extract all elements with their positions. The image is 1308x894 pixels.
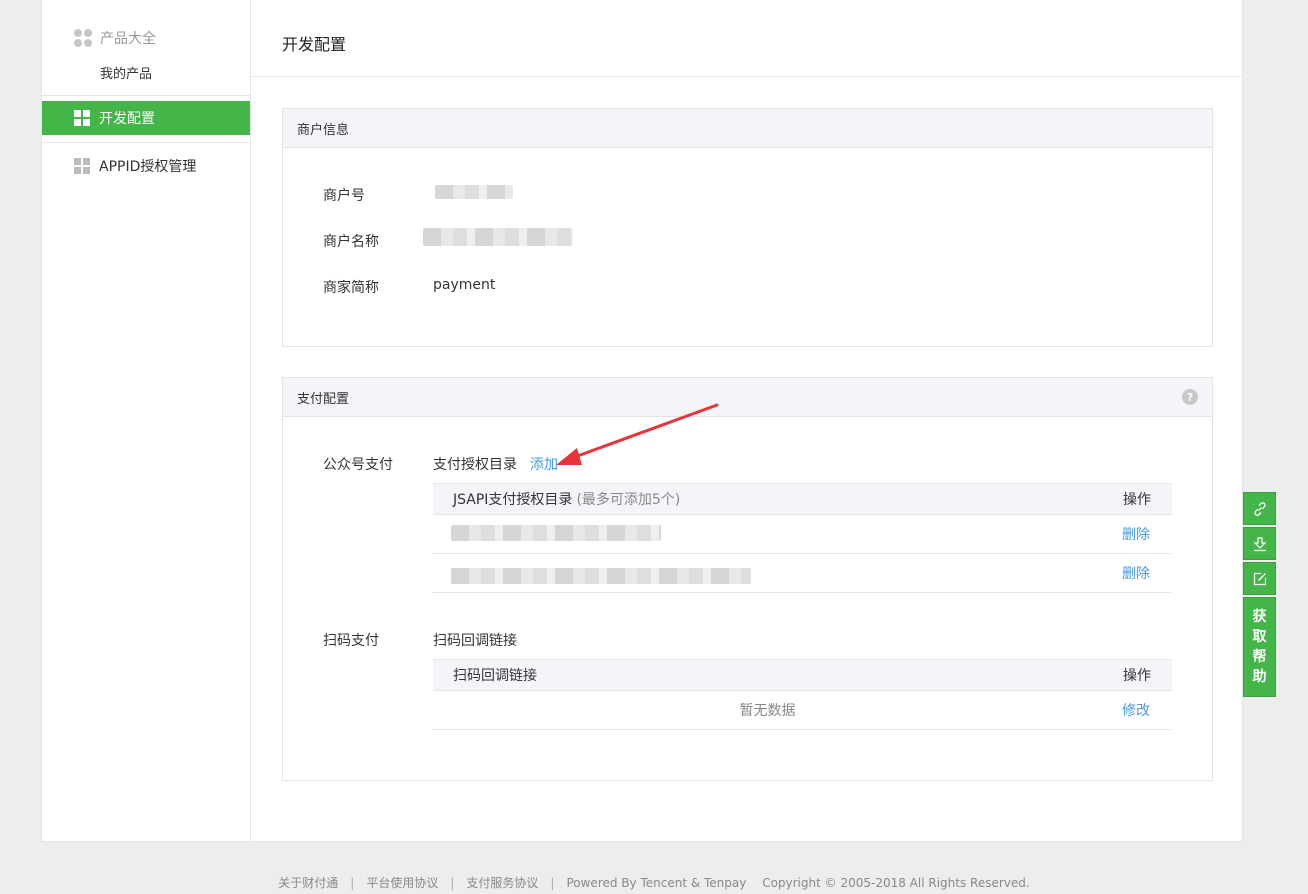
scan-pay-label: 扫码支付 [323,633,379,649]
table-header: JSAPI支付授权目录 (最多可添加5个) 操作 [433,483,1172,515]
panel-header: 支付配置 ? [283,378,1212,417]
col-header-main: JSAPI支付授权目录 [453,492,573,508]
download-button[interactable] [1243,527,1276,560]
products-icon [74,29,92,47]
footer-copyright: Copyright © 2005-2018 All Rights Reserve… [762,876,1030,890]
merchant-id-label: 商户号 [323,188,365,204]
sidebar-item-appid-auth[interactable]: APPID授权管理 [42,149,250,183]
help-icon[interactable]: ? [1182,389,1198,405]
sidebar: 产品大全 我的产品 开发配置 APPID授权管理 [42,0,251,841]
col-header-note: (最多可添加5个) [576,492,681,508]
download-icon [1253,536,1266,551]
main-content: 开发配置 商户信息 商户号 商户名称 商家简称 payment 支付配置 ? 公… [252,0,1243,841]
grid-icon [74,110,90,126]
floating-toolbar: 获 取 帮 助 [1243,492,1276,697]
sidebar-category-label: 产品大全 [100,31,156,47]
help-char: 助 [1252,669,1267,685]
directory-value-redacted [451,525,661,541]
edit-icon [1253,572,1266,585]
footer-link-platform-agreement[interactable]: 平台使用协议 [366,876,438,890]
col-header-op: 操作 [1123,492,1151,508]
col-header-op: 操作 [1123,668,1151,684]
delete-link[interactable]: 删除 [1122,524,1150,544]
edit-button[interactable] [1243,562,1276,595]
sidebar-item-label: 开发配置 [99,111,155,127]
sidebar-divider [42,95,250,96]
panel-title: 商户信息 [297,122,350,138]
footer-powered: Powered By Tencent & Tenpay [566,876,747,890]
merchant-info-panel: 商户信息 商户号 商户名称 商家简称 payment [282,108,1213,347]
merchant-id-value-redacted [435,185,513,199]
table-row: 删除 [433,515,1172,554]
col-header-main: 扫码回调链接 [453,668,537,684]
link-icon [1253,501,1266,516]
mp-pay-title: 支付授权目录 [433,457,517,473]
app-shell: 产品大全 我的产品 开发配置 APPID授权管理 开发配置 商户信息 商户号 商… [41,0,1243,842]
merchant-name-label: 商户名称 [323,234,379,250]
directory-value-redacted [451,568,751,584]
jsapi-directory-table: JSAPI支付授权目录 (最多可添加5个) 操作 删除 删除 [433,483,1172,593]
panel-header: 商户信息 [283,109,1212,148]
empty-state: 暂无数据 [739,703,796,719]
merchant-short-name-label: 商家简称 [323,280,379,296]
footer-link-service-agreement[interactable]: 支付服务协议 [466,876,538,890]
footer-link-about[interactable]: 关于财付通 [278,876,338,890]
scan-pay-title: 扫码回调链接 [433,633,517,649]
sidebar-item-label: APPID授权管理 [99,159,197,175]
help-char: 获 [1252,609,1267,625]
table-header: 扫码回调链接 操作 [433,659,1172,691]
scan-callback-table: 扫码回调链接 操作 暂无数据 修改 [433,659,1172,730]
merchant-short-name-value: payment [433,277,496,293]
edit-link[interactable]: 修改 [1122,700,1150,720]
panel-title: 支付配置 [297,391,350,407]
grid-icon [74,158,90,174]
add-directory-link[interactable]: 添加 [530,454,558,474]
get-help-button[interactable]: 获 取 帮 助 [1243,597,1276,697]
mp-pay-label: 公众号支付 [323,457,393,473]
sidebar-item-my-products[interactable]: 我的产品 [100,63,152,82]
delete-link[interactable]: 删除 [1122,563,1150,583]
footer: 关于财付通 | 平台使用协议 | 支付服务协议 | Powered By Tencent &… [278,876,1030,890]
title-divider [252,76,1243,77]
help-char: 取 [1252,629,1267,645]
sidebar-category[interactable]: 产品大全 [74,28,156,48]
table-row: 暂无数据 修改 [433,691,1172,730]
payment-config-panel: 支付配置 ? 公众号支付 支付授权目录 添加 JSAPI支付授权目录 (最多可添… [282,377,1213,781]
merchant-name-value-redacted [423,228,573,246]
sidebar-divider [42,142,250,143]
table-row: 删除 [433,554,1172,593]
help-char: 帮 [1252,649,1267,665]
page-title: 开发配置 [282,35,347,54]
sidebar-item-dev-config[interactable]: 开发配置 [42,101,250,135]
link-button[interactable] [1243,492,1276,525]
